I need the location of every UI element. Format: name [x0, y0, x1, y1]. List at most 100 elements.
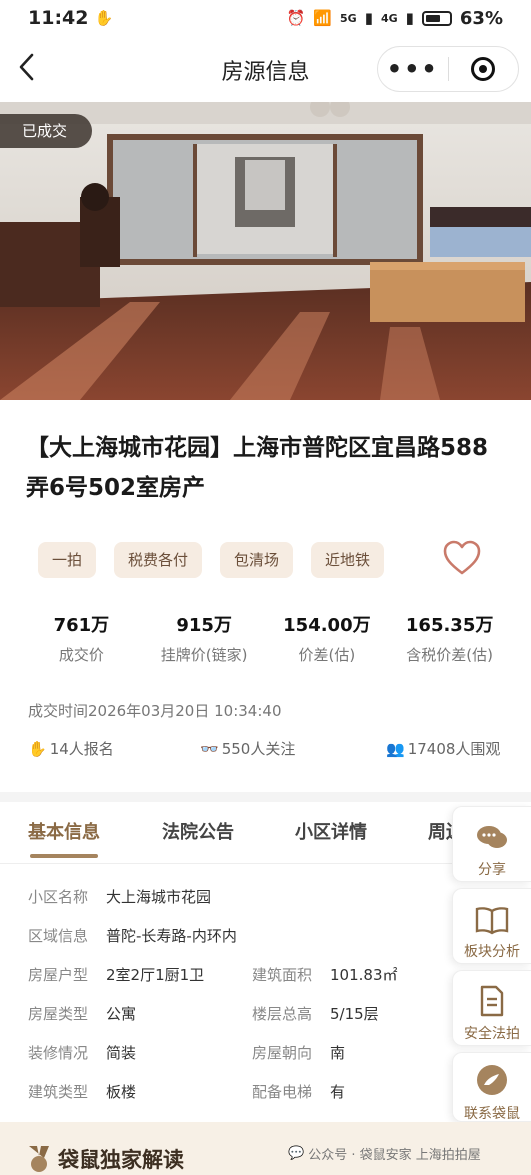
- hand-icon: ✋: [94, 9, 114, 27]
- watch-count: 17408人围观: [407, 740, 501, 758]
- kangaroo-icon: [453, 1061, 531, 1097]
- network-5g: 5G: [340, 11, 357, 25]
- info-row: 建筑类型 板楼 配备电梯 有: [28, 1081, 428, 1111]
- signal-icon: ▮: [364, 9, 373, 27]
- stat-deal-price: 761万 成交价: [20, 612, 143, 665]
- tag-metro: 近地铁: [311, 542, 385, 578]
- info-label: 楼层总高: [252, 1005, 313, 1023]
- status-time-group: 11:42 ✋: [28, 7, 113, 29]
- property-title: 【大上海城市花园】上海市普陀区宜昌路588弄6号502室房产: [26, 435, 489, 501]
- info-row: 小区名称 大上海城市花园: [28, 886, 428, 916]
- info-label: 房屋户型: [28, 966, 89, 984]
- contact-action[interactable]: 联系袋鼠: [452, 1052, 531, 1122]
- people-icon: 👥: [386, 739, 405, 758]
- status-right: ⏰ 📶 5G ▮ 4G ▮ 63%: [287, 8, 503, 29]
- banner-title-group: 袋鼠独家解读: [26, 1144, 184, 1174]
- stat-label: 价差(估): [298, 646, 356, 664]
- info-value: 5/15层: [330, 1005, 379, 1023]
- stat-tax-gap: 165.35万 含税价差(估): [388, 612, 511, 665]
- contact-label: 联系袋鼠: [464, 1106, 520, 1122]
- battery-icon: [421, 10, 452, 26]
- tab-court-notice[interactable]: 法院公告: [162, 818, 234, 844]
- book-icon: [453, 899, 531, 935]
- info-label: 建筑面积: [252, 966, 313, 984]
- watch-metric: 👥 17408人围观: [386, 738, 500, 759]
- alarm-icon: ⏰: [286, 9, 306, 27]
- deal-time: 成交时间2026年03月20日 10:34:40: [28, 702, 282, 720]
- share-action[interactable]: 分享: [452, 806, 531, 882]
- info-row: 房屋户型 2室2厅1厨1卫 建筑面积 101.83㎡: [28, 964, 428, 994]
- signup-count: 14人报名: [49, 740, 114, 758]
- area-analysis-action[interactable]: 板块分析: [452, 888, 531, 964]
- tag-first-auction: 一拍: [38, 542, 97, 578]
- info-label: 装修情况: [28, 1044, 89, 1062]
- info-value: 简装: [106, 1044, 137, 1062]
- favorite-button[interactable]: [440, 536, 484, 580]
- info-row: 装修情况 简装 房屋朝向 南: [28, 1042, 428, 1072]
- info-label: 房屋朝向: [252, 1044, 313, 1062]
- medal-icon: [29, 1146, 49, 1172]
- stat-list-price: 915万 挂牌价(链家): [143, 612, 266, 665]
- hand-icon: ✋: [28, 739, 47, 758]
- chat-bubble-icon: [453, 817, 531, 853]
- price-stats: 761万 成交价 915万 挂牌价(链家) 154.00万 价差(估) 165.…: [20, 612, 511, 665]
- info-value: 有: [330, 1083, 346, 1101]
- info-label: 房屋类型: [28, 1005, 89, 1023]
- close-miniprogram-button[interactable]: [449, 57, 519, 81]
- info-value: 101.83㎡: [330, 966, 398, 984]
- tab-underline: [30, 854, 98, 858]
- nav-bar: 房源信息 •••: [0, 36, 531, 102]
- wechat-icon: 💬: [288, 1146, 305, 1161]
- stat-value: 915万: [176, 615, 232, 636]
- sold-badge: 已成交: [0, 114, 92, 148]
- stat-label: 挂牌价(链家): [160, 646, 248, 664]
- follow-count: 550人关注: [221, 740, 296, 758]
- document-icon: [453, 981, 531, 1017]
- info-label: 配备电梯: [252, 1083, 313, 1101]
- more-button[interactable]: •••: [378, 55, 448, 83]
- glasses-icon: 👓: [200, 739, 219, 758]
- info-label: 小区名称: [28, 888, 89, 906]
- info-row: 区域信息 普陀-长寿路-内环内: [28, 925, 428, 955]
- info-value: 2室2厅1厨1卫: [106, 966, 205, 984]
- stat-value: 165.35万: [405, 615, 494, 636]
- stat-label: 含税价差(估): [406, 646, 493, 664]
- status-time: 11:42: [28, 7, 89, 29]
- stat-price-gap: 154.00万 价差(估): [266, 612, 389, 665]
- info-row: 房屋类型 公寓 楼层总高 5/15层: [28, 1003, 428, 1033]
- tab-community[interactable]: 小区详情: [295, 818, 367, 844]
- network-4g: 4G: [380, 11, 398, 25]
- watermark: 💬 公众号 · 袋鼠安家 上海拍拍屋: [288, 1144, 481, 1163]
- miniprogram-capsule: •••: [377, 46, 519, 92]
- feature-tags: 一拍 税费各付 包清场 近地铁: [38, 542, 385, 578]
- watermark-text: 公众号 · 袋鼠安家 上海拍拍屋: [308, 1148, 481, 1163]
- info-value: 板楼: [106, 1083, 137, 1101]
- battery-fill: [425, 14, 440, 22]
- stat-value: 154.00万: [283, 615, 371, 636]
- section-divider: [0, 792, 531, 802]
- banner-title: 袋鼠独家解读: [58, 1148, 184, 1172]
- heart-icon: [443, 540, 481, 575]
- battery-percent: 63%: [459, 7, 503, 29]
- tab-basic-info[interactable]: 基本信息: [28, 818, 100, 844]
- safe-auction-label: 安全法拍: [464, 1026, 520, 1042]
- safe-auction-action[interactable]: 安全法拍: [452, 970, 531, 1046]
- info-value: 大上海城市花园: [106, 888, 212, 906]
- info-value: 南: [330, 1044, 346, 1062]
- signup-metric: ✋ 14人报名: [28, 738, 114, 759]
- tag-tax: 税费各付: [114, 542, 203, 578]
- info-label: 区域信息: [28, 927, 89, 945]
- stat-value: 761万: [53, 615, 110, 636]
- follow-metric: 👓 550人关注: [200, 738, 295, 759]
- share-label: 分享: [478, 862, 506, 878]
- area-analysis-label: 板块分析: [464, 944, 520, 960]
- stat-label: 成交价: [58, 646, 104, 664]
- tag-clear: 包清场: [220, 542, 294, 578]
- target-icon: [471, 57, 496, 81]
- engagement-metrics: ✋ 14人报名 👓 550人关注 👥 17408人围观: [28, 738, 506, 762]
- wifi-icon: 📶: [313, 9, 332, 27]
- info-value: 普陀-长寿路-内环内: [106, 927, 237, 945]
- status-bar: 11:42 ✋ ⏰ 📶 5G ▮ 4G ▮ 63%: [0, 0, 531, 36]
- info-value: 公寓: [106, 1005, 137, 1023]
- info-label: 建筑类型: [28, 1083, 89, 1101]
